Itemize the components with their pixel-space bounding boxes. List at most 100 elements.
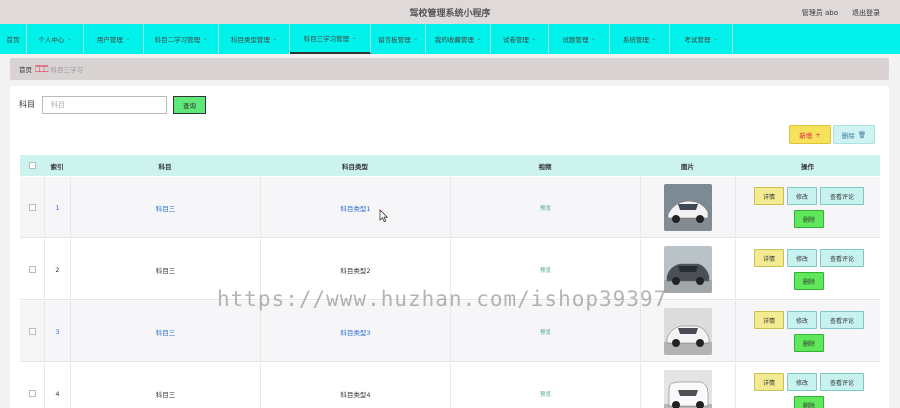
row-checkbox[interactable] [28,328,36,335]
edit-button[interactable]: 修改 [787,249,817,267]
row-video-cell: 预览 [450,177,640,238]
user-role-label[interactable]: 管理员 abo [802,8,838,18]
delete-row-button[interactable]: 删除 [794,272,824,290]
chevron-down-icon: ⌄ [651,36,657,42]
row-select-cell [20,239,44,300]
edit-button[interactable]: 修改 [787,311,817,329]
header-subject: 科目 [158,162,172,171]
chevron-down-icon: ⌄ [591,36,596,42]
nav-item-6[interactable]: 留言板管理 ⌄ [371,24,426,54]
row-subject-type-cell: 科目类型3 [260,301,450,362]
batch-delete-button[interactable]: 删除 🗑 [833,125,875,144]
edit-button[interactable]: 修改 [787,187,817,205]
row-subject-cell: 科目三 [70,177,260,238]
row-subject: 科目三 [155,204,176,213]
table-header: 索引 科目 科目类型 视频 图片 操作 [20,155,880,176]
nav-item-3[interactable]: 科目二学习管理 ⌄ [144,24,219,54]
nav-item-4[interactable]: 科目类型管理 ⌄ [219,24,290,54]
row-index: 2 [55,265,60,274]
delete-row-button[interactable]: 删除 [794,210,824,228]
detail-button[interactable]: 详情 [754,311,784,329]
row-subject-cell: 科目三 [70,363,260,408]
row-image-cell [640,177,735,238]
row-select-cell [20,301,44,362]
header-image: 图片 [681,162,694,171]
row-checkbox[interactable] [28,266,36,273]
chevron-down-icon: ⌄ [352,35,357,41]
row-subject: 科目三 [155,328,176,337]
select-all-checkbox[interactable] [28,162,36,169]
row-index-cell: 3 [44,301,70,362]
row-subject-type: 科目类型4 [340,390,371,399]
video-preview-link[interactable]: 预览 [540,266,551,274]
subject-search-input[interactable] [42,96,167,114]
nav-item-label: 科目类型管理 [230,36,270,44]
nav-item-2[interactable]: 用户管理 ⌄ [84,24,144,54]
detail-button[interactable]: 详情 [754,187,784,205]
nav-item-label: 个人中心 [38,36,65,44]
detail-button[interactable]: 详情 [754,373,784,391]
row-subject-cell: 科目三 [70,239,260,300]
row-checkbox[interactable] [28,390,36,397]
mouse-cursor-icon [379,209,389,223]
video-preview-link[interactable]: 预览 [540,328,551,336]
main-nav: 首页 个人中心 ⌄ 用户管理 ⌄ 科目二学习管理 ⌄ 科目类型管理 ⌄ 科目三学习管理 ⌄ 留言板管理… [0,24,900,54]
nav-item-8[interactable]: 试卷管理 ⌄ [491,24,549,54]
row-ops-cell: 详情 修改 查看评论删除 [735,363,880,408]
trash-icon: 🗑 [857,130,867,139]
breadcrumb-current: 科目三学习 [50,66,84,74]
detail-button[interactable]: 详情 [754,249,784,267]
search-button[interactable]: 查询 [173,96,206,114]
video-preview-link[interactable]: 预览 [540,390,551,398]
nav-item-label: 试卷管理 [502,36,529,44]
nav-item-5[interactable]: 科目三学习管理 ⌄ [290,24,371,54]
row-index-cell: 2 [44,239,70,300]
nav-item-1[interactable]: 个人中心 ⌄ [27,24,84,54]
nav-item-label: 试题管理 [562,36,589,44]
chevron-down-icon: ⌄ [272,36,278,42]
table-row: 4 科目三 科目类型4 预览 详情 修改 查看评论删除 [20,363,880,408]
view-comments-button[interactable]: 查看评论 [820,187,864,205]
row-ops-cell: 详情 修改 查看评论删除 [735,301,880,362]
delete-row-button[interactable]: 删除 [794,334,824,352]
video-preview-link[interactable]: 预览 [540,204,551,212]
user-area: 管理员 abo 退出登录 [802,8,880,18]
nav-item-label: 用户管理 [96,36,123,44]
delete-button-label: 删除 [841,131,855,140]
view-comments-button[interactable]: 查看评论 [820,311,864,329]
chevron-down-icon: ⌄ [67,36,72,42]
chevron-down-icon: ⌄ [125,36,131,42]
edit-button[interactable]: 修改 [787,373,817,391]
row-image-cell [640,301,735,362]
chevron-down-icon: ⌄ [476,36,482,42]
breadcrumb-separator: 🀆🀆🀆 [35,64,48,73]
row-subject-type-cell: 科目类型2 [260,239,450,300]
nav-item-10[interactable]: 系统管理 ⌄ [610,24,670,54]
nav-item-7[interactable]: 我的收藏管理 ⌄ [426,24,491,54]
add-button[interactable]: 新增 + [789,125,831,144]
car-thumbnail[interactable] [664,370,712,408]
nav-item-label: 首页 [6,36,20,44]
row-checkbox[interactable] [28,204,36,211]
view-comments-button[interactable]: 查看评论 [820,373,864,391]
chevron-down-icon: ⌄ [713,36,718,42]
row-subject-type: 科目类型1 [340,204,371,213]
delete-row-button[interactable]: 删除 [794,396,824,408]
car-thumbnail[interactable] [664,308,712,355]
top-bar: 驾校管理系统小程序 管理员 abo 退出登录 [0,0,900,24]
header-ops: 操作 [801,162,814,171]
logout-link[interactable]: 退出登录 [852,8,880,18]
car-thumbnail[interactable] [664,246,712,293]
view-comments-button[interactable]: 查看评论 [820,249,864,267]
chevron-down-icon: ⌄ [203,36,208,42]
row-index: 4 [55,389,60,398]
nav-item-0[interactable]: 首页 [0,24,27,54]
breadcrumb-home[interactable]: 首页 [19,64,32,74]
row-subject-cell: 科目三 [70,301,260,362]
nav-item-11[interactable]: 考试管理 ⌄ [670,24,733,54]
search-label: 科目 [19,100,35,109]
nav-item-9[interactable]: 试题管理 ⌄ [549,24,610,54]
car-thumbnail[interactable] [664,184,712,231]
header-index: 索引 [50,162,64,171]
row-subject: 科目三 [155,266,176,275]
